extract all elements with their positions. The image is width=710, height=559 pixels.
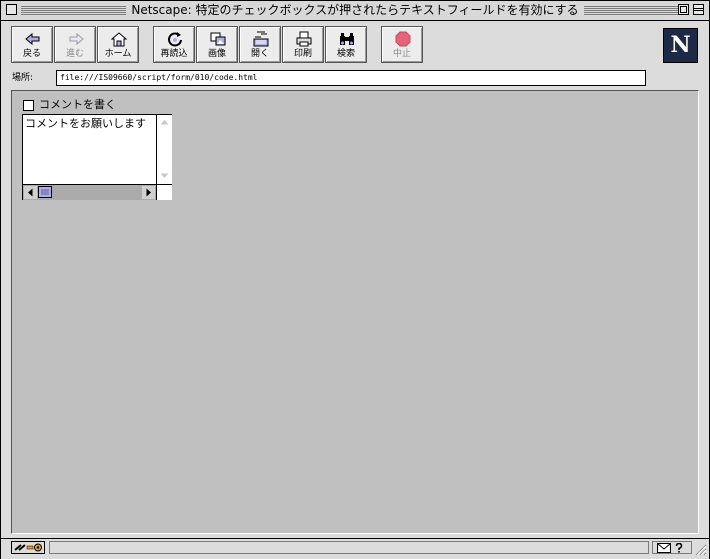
images-button-label: 画像 — [207, 49, 226, 59]
forward-arrow-icon — [69, 32, 84, 46]
zoom-box-button[interactable] — [678, 4, 689, 15]
home-button-label: ホーム — [104, 49, 132, 59]
location-url-field[interactable]: file:///IS09660/script/form/010/code.htm… — [56, 70, 646, 86]
comment-checkbox-label: コメントを書く — [39, 98, 116, 111]
netscape-logo-letter: N — [670, 32, 691, 58]
broken-key-icon — [14, 543, 42, 552]
print-button-label: 印刷 — [293, 49, 312, 59]
page-content: コメントを書く コメントをお願いします — [11, 90, 699, 534]
location-label: 場所: — [12, 73, 34, 83]
window-title: Netscape: 特定のチェックボックスが押されたらテキストフィールドを有効に… — [1, 3, 709, 18]
scroll-right-arrow-icon[interactable] — [142, 186, 155, 199]
stop-button[interactable]: 中止 — [381, 26, 423, 63]
search-button-label: 検索 — [336, 49, 355, 59]
print-icon — [296, 31, 312, 47]
reload-button-label: 再読込 — [160, 49, 188, 59]
back-button[interactable]: 戻る — [11, 26, 53, 63]
netscape-logo[interactable]: N — [663, 28, 698, 63]
status-icons — [652, 541, 692, 554]
mail-icon[interactable] — [657, 543, 671, 553]
search-button[interactable]: 検索 — [325, 26, 367, 63]
open-button[interactable]: 開く — [239, 26, 281, 63]
print-button[interactable]: 印刷 — [282, 26, 324, 63]
forward-button[interactable]: 進む — [54, 26, 96, 63]
reload-icon — [168, 32, 182, 47]
textarea-horizontal-scrollbar[interactable] — [23, 184, 156, 200]
title-bar[interactable]: Netscape: 特定のチェックボックスが押されたらテキストフィールドを有効に… — [1, 1, 709, 21]
location-bar: 場所: file:///IS09660/script/form/010/code… — [1, 67, 709, 89]
images-icon — [210, 32, 226, 46]
search-binoculars-icon — [340, 33, 354, 45]
comment-textarea-text: コメントをお願いします — [25, 117, 146, 130]
scroll-left-arrow-icon[interactable] — [24, 186, 37, 199]
help-icon[interactable] — [675, 543, 683, 553]
open-button-label: 開く — [250, 49, 269, 59]
scroll-up-arrow-icon[interactable] — [158, 116, 171, 129]
status-bar — [1, 538, 709, 559]
browser-window: Netscape: 特定のチェックボックスが押されたらテキストフィールドを有効に… — [0, 0, 710, 559]
horizontal-scroll-thumb[interactable] — [38, 186, 52, 198]
forward-button-label: 進む — [65, 49, 84, 59]
resize-grip-icon[interactable] — [693, 542, 707, 556]
comment-textarea[interactable]: コメントをお願いします — [22, 114, 172, 200]
home-icon — [110, 32, 128, 47]
security-indicator[interactable] — [11, 541, 45, 554]
status-message-field — [49, 541, 649, 554]
scrollbar-corner — [156, 184, 172, 200]
stop-icon — [395, 31, 411, 47]
grip-icon — [41, 189, 49, 195]
collapse-box-button[interactable] — [693, 4, 704, 15]
toolbar: 戻る 進む ホーム 再読込 画像 開く 印刷 検索 中止 — [1, 21, 709, 67]
back-arrow-icon — [25, 32, 40, 46]
images-button[interactable]: 画像 — [196, 26, 238, 63]
comment-checkbox[interactable] — [23, 100, 34, 111]
open-icon — [253, 31, 269, 47]
home-button[interactable]: ホーム — [97, 26, 139, 63]
scroll-down-arrow-icon[interactable] — [158, 169, 171, 182]
reload-button[interactable]: 再読込 — [153, 26, 195, 63]
textarea-vertical-scrollbar[interactable] — [156, 115, 172, 184]
back-button-label: 戻る — [22, 49, 41, 59]
stop-button-label: 中止 — [392, 49, 411, 59]
